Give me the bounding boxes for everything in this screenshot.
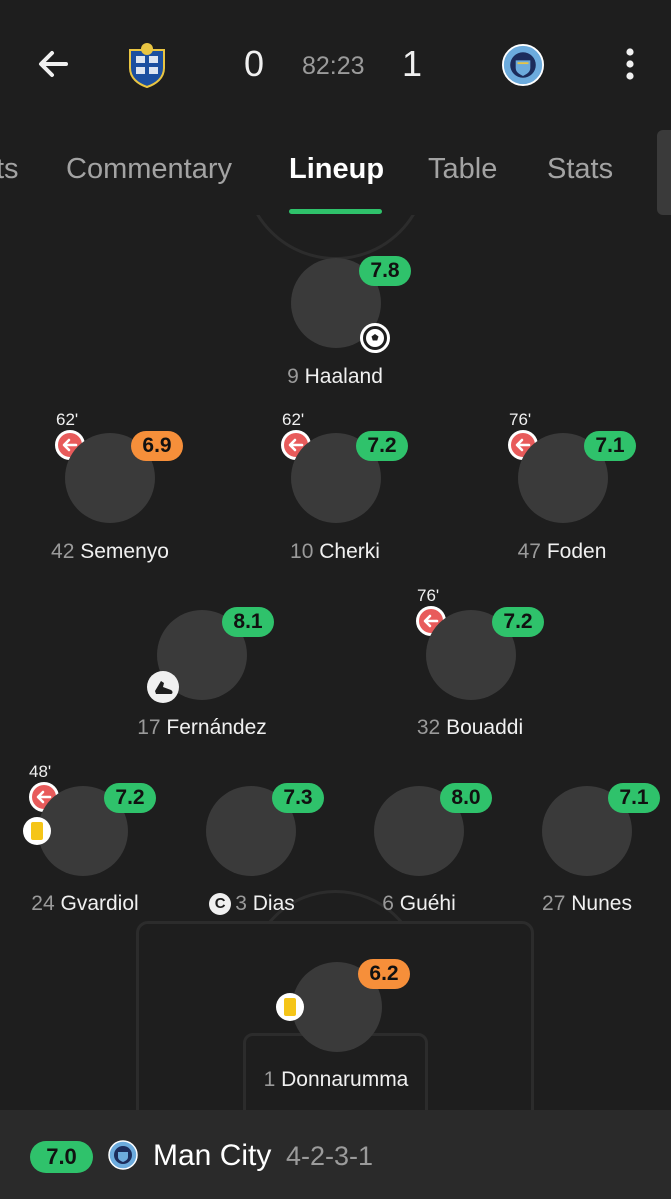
player-rating-badge: 7.2 — [104, 783, 156, 813]
away-score: 1 — [402, 43, 423, 84]
player-name: 1 Donnarumma — [263, 1068, 409, 1091]
home-team-crest-icon[interactable] — [126, 42, 168, 88]
player-name: 27 Nunes — [542, 892, 632, 915]
tab-lineup[interactable]: Lineup — [289, 153, 384, 186]
tab-stats[interactable]: Stats — [547, 153, 613, 186]
home-score: 0 — [244, 43, 265, 84]
substitution-time: 62' — [282, 410, 305, 429]
active-tab-indicator — [289, 209, 382, 214]
team-rating-badge: 7.0 — [30, 1141, 93, 1173]
tab-commentary[interactable]: Commentary — [66, 153, 232, 186]
man-city-crest-icon — [108, 1140, 138, 1170]
player-name: 9 Haaland — [287, 365, 383, 388]
player-rating-badge: 7.1 — [608, 783, 660, 813]
yellow-card-icon — [23, 817, 51, 845]
player-rating-badge: 8.0 — [440, 783, 492, 813]
assist-boot-icon — [147, 671, 179, 703]
match-tabs: ts Commentary Lineup Table Stats H — [0, 125, 671, 215]
yellow-card-icon — [276, 993, 304, 1021]
player-rating-badge: 7.2 — [492, 607, 544, 637]
substitution-time: 62' — [56, 410, 79, 429]
tab-scroll-edge — [657, 130, 671, 215]
substitution-time: 48' — [29, 762, 52, 781]
player-name: 17 Fernández — [137, 716, 267, 739]
team-summary-bar: 7.0 Man City 4-2-3-1 — [0, 1110, 671, 1199]
team-formation: 4-2-3-1 — [286, 1141, 374, 1171]
more-options-icon[interactable] — [616, 46, 644, 82]
player-name: 42 Semenyo — [51, 540, 169, 563]
player-rating-badge: 6.2 — [358, 959, 410, 989]
substitution-time: 76' — [417, 586, 440, 605]
player-name: 32 Bouaddi — [416, 716, 524, 739]
player-name: 10 Cherki — [290, 540, 380, 563]
player-rating-badge: 6.9 — [131, 431, 183, 461]
captain-badge-icon: C — [209, 893, 232, 915]
goal-ball-icon — [360, 323, 390, 353]
player-name: 47 Foden — [517, 540, 607, 563]
tab-facts[interactable]: ts — [0, 153, 19, 186]
player-rating-badge: 8.1 — [222, 607, 274, 637]
back-arrow-icon[interactable] — [34, 44, 74, 84]
center-circle-line — [243, 215, 428, 260]
player-rating-badge: 7.3 — [272, 783, 324, 813]
player-rating-badge: 7.2 — [356, 431, 408, 461]
match-header: 0 82:23 1 — [0, 0, 671, 125]
player-rating-badge: 7.8 — [359, 256, 411, 286]
team-name: Man City — [153, 1139, 272, 1172]
player-rating-badge: 7.1 — [584, 431, 636, 461]
tab-table[interactable]: Table — [428, 153, 497, 186]
away-team-crest-icon[interactable] — [502, 42, 544, 88]
match-clock: 82:23 — [302, 52, 365, 80]
substitution-time: 76' — [509, 410, 532, 429]
